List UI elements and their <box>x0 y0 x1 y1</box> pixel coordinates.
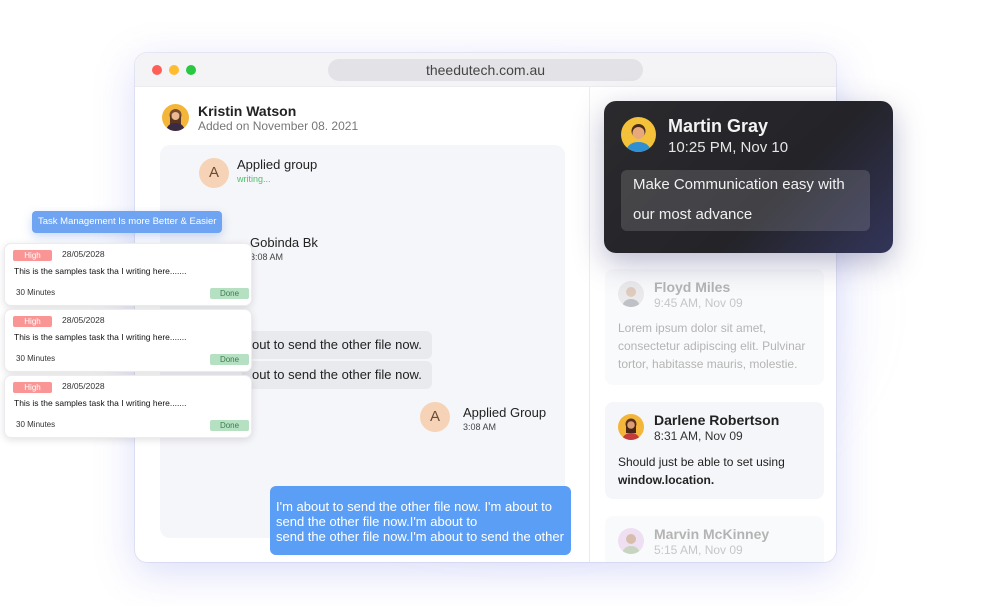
avatar <box>621 117 656 152</box>
featured-contact-time: 10:25 PM, Nov 10 <box>668 139 789 156</box>
status-badge: Done <box>210 288 249 299</box>
contact-card[interactable]: Floyd Miles 9:45 AM, Nov 09 Lorem ipsum … <box>605 269 824 385</box>
avatar <box>162 104 189 131</box>
message-time: 3:08 AM <box>250 252 284 262</box>
avatar <box>618 528 644 554</box>
task-card[interactable]: High 28/05/2028 This is the samples task… <box>4 243 252 306</box>
text-line: Should just be able to set using <box>618 455 785 469</box>
stage: theedutech.com.au Kristin Watson Added o… <box>0 0 991 606</box>
contact-text: Should just be able to set using window.… <box>618 453 785 489</box>
task-management-tag: Task Management Is more Better & Easier <box>32 211 222 233</box>
featured-message: Make Communication easy with our most ad… <box>621 170 870 231</box>
message-line: send the other file now.I'm about to sen… <box>276 529 564 544</box>
contact-name: Marvin McKinney <box>654 526 770 542</box>
task-date: 28/05/2028 <box>62 249 105 259</box>
task-duration: 30 Minutes <box>16 420 56 429</box>
sender-name: Applied Group <box>463 405 547 420</box>
task-description: This is the samples task tha I writing h… <box>14 266 187 276</box>
avatar: A <box>420 402 450 432</box>
featured-contact-name: Martin Gray <box>668 116 769 136</box>
contact-time: 5:15 AM, Nov 09 <box>654 543 743 557</box>
chat-contact-name: Kristin Watson <box>198 103 297 119</box>
task-card[interactable]: High 28/05/2028 This is the samples task… <box>4 309 252 372</box>
text-line: consectetur adipiscing elit. Pulvinar <box>618 339 806 353</box>
panel-divider <box>589 87 590 562</box>
task-description: This is the samples task tha I writing h… <box>14 398 187 408</box>
address-bar[interactable]: theedutech.com.au <box>328 59 643 81</box>
task-duration: 30 Minutes <box>16 354 56 363</box>
title-bar: theedutech.com.au <box>135 53 836 87</box>
minimize-window-dot[interactable] <box>169 65 179 75</box>
contact-card[interactable]: Marvin McKinney 5:15 AM, Nov 09 <box>605 516 824 562</box>
status-badge: Done <box>210 420 249 431</box>
text-line: tortor, habitasse mauris, molestie. <box>618 357 798 371</box>
maximize-window-dot[interactable] <box>186 65 196 75</box>
task-duration: 30 Minutes <box>16 288 56 297</box>
priority-badge: High <box>13 316 52 327</box>
avatar <box>618 281 644 307</box>
priority-badge: High <box>13 250 52 261</box>
close-window-dot[interactable] <box>152 65 162 75</box>
task-card[interactable]: High 28/05/2028 This is the samples task… <box>4 375 252 438</box>
message-line: send the other file now.I'm about to <box>276 514 478 529</box>
contact-time: 8:31 AM, Nov 09 <box>654 429 743 443</box>
text-line: Lorem ipsum dolor sit amet, <box>618 321 767 335</box>
sender-name: Gobinda Bk <box>250 235 318 250</box>
featured-contact-card[interactable]: Martin Gray 10:25 PM, Nov 10 Make Commun… <box>604 101 893 253</box>
code-text: window.location. <box>618 473 715 487</box>
task-date: 28/05/2028 <box>62 315 105 325</box>
message-bubble: out to send the other file now. <box>242 331 432 359</box>
contact-time: 9:45 AM, Nov 09 <box>654 296 743 310</box>
typing-status: writing... <box>237 174 271 184</box>
priority-badge: High <box>13 382 52 393</box>
task-date: 28/05/2028 <box>62 381 105 391</box>
contact-card[interactable]: Darlene Robertson 8:31 AM, Nov 09 Should… <box>605 402 824 499</box>
message-time: 3:08 AM <box>463 422 497 432</box>
avatar: A <box>199 158 229 188</box>
contact-name: Floyd Miles <box>654 279 731 295</box>
task-description: This is the samples task tha I writing h… <box>14 332 187 342</box>
message-line: I'm about to send the other file now. I'… <box>276 499 552 514</box>
message-line: our most advance <box>633 206 753 223</box>
message-bubble-sent: I'm about to send the other file now. I'… <box>270 486 571 555</box>
contact-text: Lorem ipsum dolor sit amet, consectetur … <box>618 319 805 373</box>
chat-contact-subtitle: Added on November 08. 2021 <box>198 119 359 133</box>
message-bubble: out to send the other file now. <box>242 361 432 389</box>
status-badge: Done <box>210 354 249 365</box>
message-line: Make Communication easy with <box>633 176 845 193</box>
avatar <box>618 414 644 440</box>
sender-name: Applied group <box>237 157 318 172</box>
contact-name: Darlene Robertson <box>654 412 780 428</box>
